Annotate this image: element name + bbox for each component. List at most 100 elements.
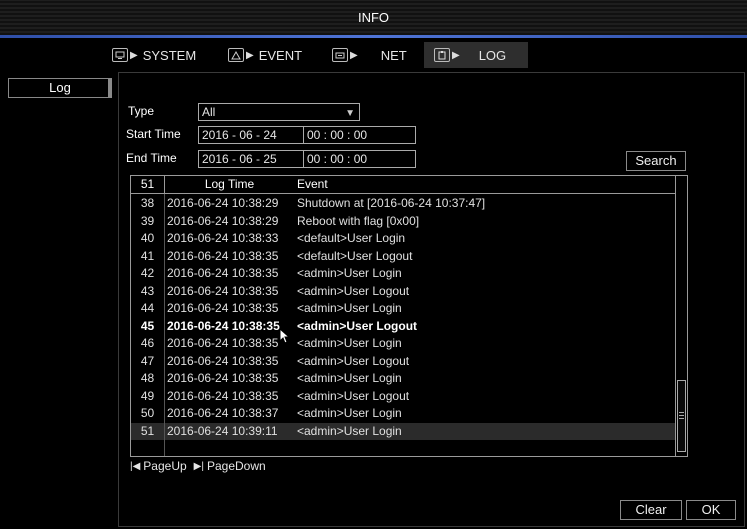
table-row[interactable]: 50 2016-06-24 10:38:37 <admin>User Login bbox=[131, 405, 677, 422]
title-bar: INFO bbox=[0, 0, 747, 35]
type-select[interactable]: All ▼ bbox=[198, 103, 360, 121]
row-log-time: 2016-06-24 10:39:11 bbox=[164, 422, 294, 440]
table-row[interactable]: 48 2016-06-24 10:38:35 <admin>User Login bbox=[131, 370, 677, 387]
tab-event[interactable]: ▶ EVENT bbox=[228, 42, 302, 68]
row-event: <admin>User Login bbox=[297, 406, 402, 420]
row-log-time: 2016-06-24 10:38:35 bbox=[164, 300, 294, 317]
row-index: 49 bbox=[140, 388, 155, 403]
tab-label: LOG bbox=[478, 47, 507, 63]
row-log-time: 2016-06-24 10:38:37 bbox=[164, 405, 294, 422]
row-log-time: 2016-06-24 10:38:35 bbox=[164, 387, 294, 405]
row-index: 47 bbox=[140, 353, 155, 368]
ok-button[interactable]: OK bbox=[686, 500, 736, 520]
table-row[interactable]: 44 2016-06-24 10:38:35 <admin>User Login bbox=[131, 300, 677, 317]
start-date-value[interactable]: 2016 - 06 - 24 bbox=[199, 127, 303, 143]
row-log-time: 2016-06-24 10:38:35 bbox=[164, 335, 294, 352]
table-row[interactable]: 42 2016-06-24 10:38:35 <admin>User Login bbox=[131, 265, 677, 282]
row-event: <admin>User Logout bbox=[297, 353, 410, 368]
type-value: All bbox=[202, 105, 216, 119]
row-event: <admin>User Login bbox=[297, 423, 402, 438]
row-log-time: 2016-06-24 10:38:33 bbox=[164, 230, 294, 247]
page-up-icon[interactable]: |◀ bbox=[130, 461, 140, 472]
clear-button[interactable]: Clear bbox=[620, 500, 682, 520]
row-index: 45 bbox=[140, 318, 155, 333]
row-event: Reboot with flag [0x00] bbox=[297, 213, 420, 228]
row-event: <default>User Logout bbox=[297, 248, 413, 263]
scrollbar[interactable] bbox=[675, 176, 687, 456]
sidebar-item-label: Log bbox=[49, 80, 71, 95]
tab-net[interactable]: ▶ NET bbox=[332, 42, 407, 68]
row-log-time: 2016-06-24 10:38:35 bbox=[164, 352, 294, 370]
row-event: <default>User Login bbox=[297, 231, 406, 245]
row-log-time: 2016-06-24 10:38:29 bbox=[164, 212, 294, 230]
end-time-field[interactable]: 2016 - 06 - 25 00 : 00 : 00 bbox=[198, 150, 416, 168]
tab-bar: ▶ SYSTEM ▶ EVENT ▶ NET ▶ LOG bbox=[0, 38, 747, 72]
network-icon bbox=[332, 48, 348, 62]
scrollbar-thumb[interactable] bbox=[677, 380, 686, 452]
tab-arrow-icon: ▶ bbox=[350, 49, 358, 61]
row-log-time: 2016-06-24 10:38:35 bbox=[164, 282, 294, 300]
page-down-button[interactable]: PageDown bbox=[207, 459, 266, 473]
table-row[interactable]: 45 2016-06-24 10:38:35 <admin>User Logout bbox=[131, 317, 677, 335]
tab-label: EVENT bbox=[258, 47, 303, 63]
row-log-time: 2016-06-24 10:38:29 bbox=[164, 195, 294, 212]
row-index: 38 bbox=[140, 196, 155, 210]
tab-system[interactable]: ▶ SYSTEM bbox=[112, 42, 196, 68]
mouse-cursor-icon bbox=[279, 328, 291, 344]
table-row[interactable]: 41 2016-06-24 10:38:35 <default>User Logou… bbox=[131, 247, 677, 265]
row-log-time: 2016-06-24 10:38:35 bbox=[164, 247, 294, 265]
row-event: <admin>User Logout bbox=[297, 388, 410, 403]
tab-label: SYSTEM bbox=[142, 47, 197, 63]
row-index: 46 bbox=[140, 336, 155, 350]
tab-label: NET bbox=[380, 47, 407, 63]
row-log-time: 2016-06-24 10:38:35 bbox=[164, 317, 294, 335]
row-index: 41 bbox=[140, 248, 155, 263]
start-time-value[interactable]: 00 : 00 : 00 bbox=[303, 127, 367, 143]
count-header: 51 bbox=[140, 177, 155, 191]
table-row[interactable]: 40 2016-06-24 10:38:33 <default>User Login bbox=[131, 230, 677, 247]
row-event: <admin>User Login bbox=[297, 371, 402, 385]
row-index: 42 bbox=[140, 266, 155, 280]
end-time-label: End Time bbox=[126, 151, 177, 165]
row-index: 48 bbox=[140, 371, 155, 385]
row-event: <admin>User Logout bbox=[297, 318, 418, 333]
tab-log[interactable]: ▶ LOG bbox=[424, 42, 528, 68]
row-index: 44 bbox=[140, 301, 155, 315]
type-label: Type bbox=[128, 104, 155, 118]
chevron-down-icon: ▼ bbox=[345, 108, 355, 119]
row-event: Shutdown at [2016-06-24 10:37:47] bbox=[297, 196, 486, 210]
row-index: 39 bbox=[140, 213, 155, 228]
row-log-time: 2016-06-24 10:38:35 bbox=[164, 370, 294, 387]
tab-arrow-icon: ▶ bbox=[452, 49, 460, 61]
table-row[interactable]: 49 2016-06-24 10:38:35 <admin>User Logout bbox=[131, 387, 677, 405]
sidebar-item-log[interactable]: Log bbox=[8, 78, 112, 98]
pager: |◀ PageUp ▶| PageDown bbox=[130, 459, 266, 473]
row-event: <admin>User Login bbox=[297, 301, 402, 315]
window-title: INFO bbox=[357, 10, 390, 25]
page-up-button[interactable]: PageUp bbox=[143, 459, 186, 473]
clipboard-icon bbox=[434, 48, 450, 62]
row-index: 51 bbox=[140, 423, 155, 438]
tab-arrow-icon: ▶ bbox=[130, 49, 138, 61]
log-table[interactable]: 51 Log Time Event 38 2016-06-24 10:38:29 S… bbox=[130, 175, 688, 457]
log-time-header: Log Time bbox=[164, 176, 294, 193]
warning-icon bbox=[228, 48, 244, 62]
table-row[interactable]: 47 2016-06-24 10:38:35 <admin>User Logout bbox=[131, 352, 677, 370]
start-time-field[interactable]: 2016 - 06 - 24 00 : 00 : 00 bbox=[198, 126, 416, 144]
row-index: 50 bbox=[140, 406, 155, 420]
table-row[interactable]: 46 2016-06-24 10:38:35 <admin>User Login bbox=[131, 335, 677, 352]
page-down-icon[interactable]: ▶| bbox=[194, 461, 204, 472]
end-date-value[interactable]: 2016 - 06 - 25 bbox=[199, 151, 303, 167]
table-row[interactable]: 39 2016-06-24 10:38:29 Reboot with flag [0… bbox=[131, 212, 677, 230]
start-time-label: Start Time bbox=[126, 127, 181, 141]
table-row[interactable]: 43 2016-06-24 10:38:35 <admin>User Logout bbox=[131, 282, 677, 300]
row-index: 43 bbox=[140, 283, 155, 298]
table-row[interactable]: 51 2016-06-24 10:39:11 <admin>User Login bbox=[131, 422, 677, 440]
search-button[interactable]: Search bbox=[626, 151, 686, 171]
end-time-value[interactable]: 00 : 00 : 00 bbox=[303, 151, 367, 167]
row-event: <admin>User Logout bbox=[297, 283, 410, 298]
event-header: Event bbox=[297, 177, 328, 191]
table-row[interactable]: 38 2016-06-24 10:38:29 Shutdown at [2016-0… bbox=[131, 195, 677, 212]
monitor-icon bbox=[112, 48, 128, 62]
row-index: 40 bbox=[140, 231, 155, 245]
